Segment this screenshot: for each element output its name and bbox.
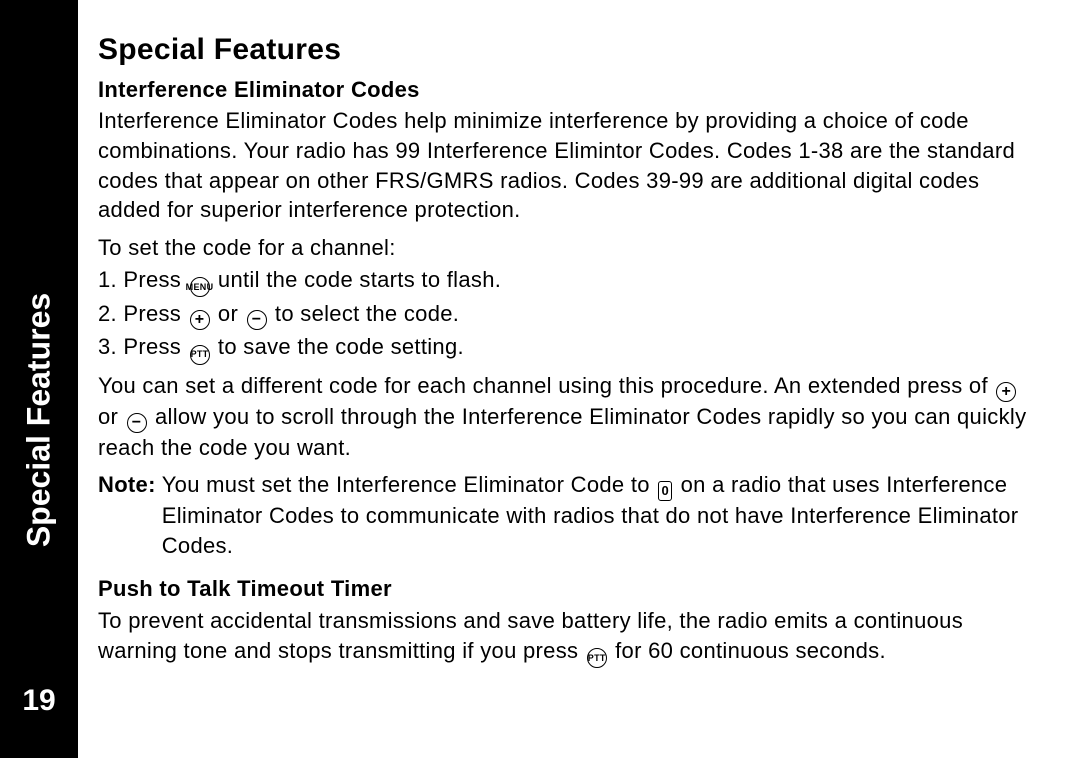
section-heading-ptt: Push to Talk Timeout Timer — [98, 574, 1040, 604]
menu-icon: MENU — [190, 277, 210, 297]
ptt-paragraph: To prevent accidental transmissions and … — [98, 606, 1040, 668]
ext-text-b: allow you to scroll through the Interfer… — [98, 404, 1026, 460]
step-1-text-b: until the code starts to flash. — [212, 267, 502, 292]
note-body: You must set the Interference Eliminator… — [162, 470, 1040, 560]
note-label: Note: — [98, 470, 156, 500]
page-number: 19 — [22, 684, 55, 718]
sidebar: Special Features 19 — [0, 0, 78, 758]
step-3: 3. Press PTT to save the code setting. — [98, 332, 1040, 365]
step-1: 1. Press MENU until the code starts to f… — [98, 265, 1040, 298]
plus-icon: + — [190, 310, 210, 330]
note-block: Note: You must set the Interference Elim… — [98, 470, 1040, 560]
page-title: Special Features — [98, 30, 1040, 71]
step-2: 2. Press + or − to select the code. — [98, 299, 1040, 330]
ext-or: or — [98, 404, 125, 429]
note-text-a: You must set the Interference Eliminator… — [162, 472, 656, 497]
intro-paragraph: Interference Eliminator Codes help minim… — [98, 106, 1040, 225]
extended-press-paragraph: You can set a different code for each ch… — [98, 371, 1040, 463]
ptt-icon: PTT — [587, 648, 607, 668]
minus-icon: − — [127, 413, 147, 433]
ptt-icon: PTT — [190, 345, 210, 365]
ptt-text-b: for 60 continuous seconds. — [609, 638, 886, 663]
section-heading-interference: Interference Eliminator Codes — [98, 75, 1040, 105]
step-2-or: or — [212, 301, 245, 326]
minus-icon: − — [247, 310, 267, 330]
procedure-lead: To set the code for a channel: — [98, 233, 1040, 263]
step-2-text-a: 2. Press — [98, 301, 188, 326]
sidebar-section-label: Special Features — [21, 293, 58, 547]
zero-icon: 0 — [658, 481, 672, 501]
page-content: Special Features Interference Eliminator… — [98, 30, 1040, 676]
step-3-text-a: 3. Press — [98, 334, 188, 359]
plus-icon: + — [996, 382, 1016, 402]
ext-text-a: You can set a different code for each ch… — [98, 373, 994, 398]
step-3-text-b: to save the code setting. — [212, 334, 464, 359]
step-2-text-b: to select the code. — [269, 301, 460, 326]
step-1-text-a: 1. Press — [98, 267, 188, 292]
